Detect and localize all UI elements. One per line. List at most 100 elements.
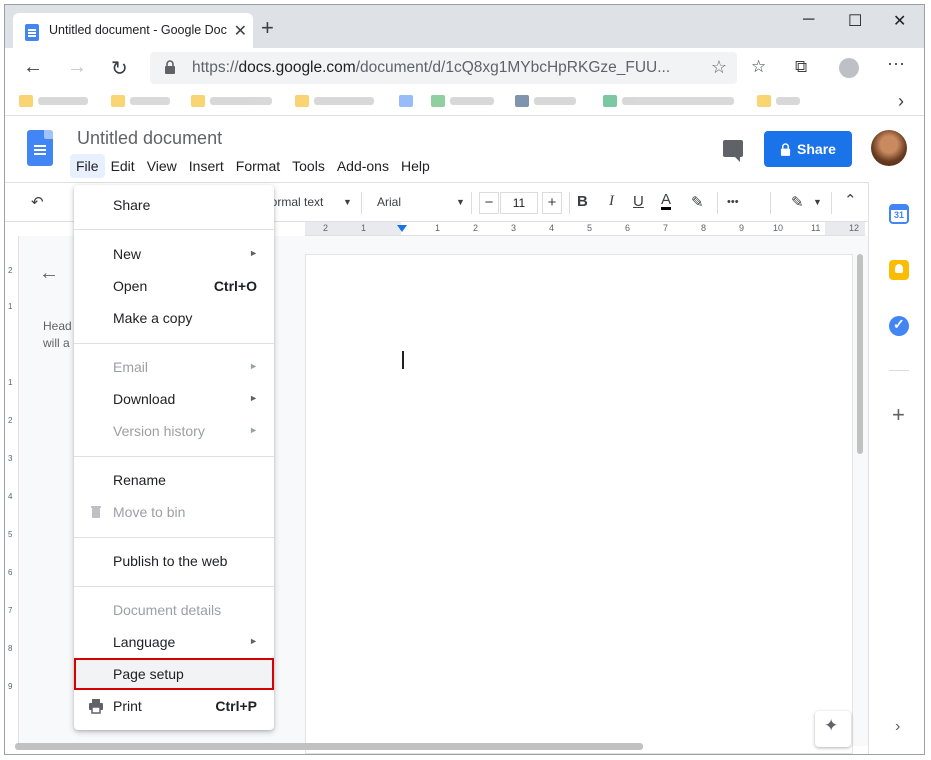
menu-item-share[interactable]: Share — [74, 189, 274, 221]
favorites-icon[interactable]: ☆ — [751, 57, 766, 77]
font-select[interactable]: Arial — [377, 195, 401, 209]
menu-help[interactable]: Help — [395, 154, 436, 178]
indent-marker[interactable] — [397, 225, 407, 232]
italic-button[interactable]: I — [609, 193, 614, 210]
show-side-panel-icon[interactable]: › — [895, 718, 900, 736]
trash-icon — [91, 506, 101, 518]
horizontal-ruler[interactable]: 2 1 1 2 3 4 5 6 7 8 9 10 11 12 — [305, 222, 865, 236]
tab-close-icon[interactable]: ✕ — [234, 21, 247, 41]
menu-item-open[interactable]: Open Ctrl+O — [74, 270, 274, 302]
docs-header: Untitled document File Edit View Insert … — [5, 116, 924, 182]
profile-avatar-icon[interactable] — [839, 58, 859, 78]
menu-item-language[interactable]: Language ► — [74, 626, 274, 658]
vertical-ruler[interactable]: 2 1 1 2 3 4 5 6 7 8 9 — [5, 236, 19, 746]
menu-item-rename[interactable]: Rename — [74, 464, 274, 496]
explore-button[interactable] — [815, 711, 851, 747]
tasks-icon[interactable] — [889, 316, 909, 336]
menu-item-document-details: Document details — [113, 602, 222, 618]
toolbar-divider — [831, 192, 832, 214]
favorite-star-icon[interactable]: ☆ — [711, 57, 727, 78]
bookmark-item[interactable] — [191, 94, 272, 108]
menu-edit[interactable]: Edit — [105, 154, 141, 178]
browser-window: Untitled document - Google Doc ✕ + ─ ☐ ✕… — [4, 4, 925, 755]
address-bar[interactable]: https://docs.google.com/document/d/1cQ8x… — [150, 52, 737, 84]
calendar-icon[interactable]: 31 — [889, 204, 909, 224]
bookmark-item[interactable] — [515, 94, 576, 108]
menu-item-email: Email ► — [113, 359, 258, 375]
menu-view[interactable]: View — [141, 154, 183, 178]
browser-tab[interactable]: Untitled document - Google Doc ✕ — [13, 13, 253, 48]
decrease-font-size-button[interactable]: − — [479, 192, 499, 214]
outline-hint-text: Headtwill a — [43, 319, 254, 350]
bookmark-item[interactable] — [603, 94, 734, 108]
comment-history-icon[interactable] — [723, 140, 743, 162]
navigation-bar: ← → ↻ https://docs.google.com/document/d… — [5, 48, 924, 88]
document-title[interactable]: Untitled document — [77, 128, 222, 149]
menu-format[interactable]: Format — [230, 154, 286, 178]
bookmark-item[interactable] — [757, 94, 800, 108]
shortcut-text: Ctrl+P — [215, 698, 257, 714]
menu-item-publish-to-the-web[interactable]: Publish to the web — [74, 545, 274, 577]
window-close-button[interactable]: ✕ — [893, 11, 906, 31]
refresh-icon[interactable]: ↻ — [111, 56, 128, 81]
menu-bar: File Edit View Insert Format Tools Add-o… — [70, 154, 436, 178]
lock-icon — [165, 60, 175, 74]
menu-insert[interactable]: Insert — [183, 154, 230, 178]
toolbar-divider — [770, 192, 771, 214]
menu-item-page-setup[interactable]: Page setup — [74, 658, 274, 690]
chevron-down-icon[interactable]: ▼ — [813, 197, 822, 207]
bookmark-item[interactable] — [399, 94, 413, 108]
forward-arrow-icon[interactable]: → — [67, 56, 87, 79]
menu-file[interactable]: File — [70, 154, 105, 178]
back-arrow-icon[interactable]: ← — [23, 56, 43, 79]
menu-item-new[interactable]: New ► — [74, 238, 274, 270]
menu-divider — [74, 343, 274, 344]
new-tab-button[interactable]: + — [261, 15, 274, 41]
google-docs-favicon-icon — [25, 24, 39, 41]
menu-divider — [74, 586, 274, 587]
horizontal-scrollbar[interactable] — [15, 743, 643, 750]
menu-add-ons[interactable]: Add-ons — [331, 154, 395, 178]
keep-icon[interactable] — [889, 260, 909, 280]
bookmark-item[interactable] — [19, 94, 88, 108]
collapse-menus-icon[interactable]: ⌃ — [844, 191, 857, 209]
bold-button[interactable]: B — [577, 193, 588, 210]
menu-divider — [74, 537, 274, 538]
outline-back-arrow-icon[interactable]: ← — [39, 262, 59, 285]
increase-font-size-button[interactable]: + — [542, 192, 562, 214]
account-avatar[interactable] — [871, 130, 907, 166]
text-color-button[interactable]: A — [661, 192, 672, 210]
editing-mode-pencil-icon[interactable]: ✎ — [791, 193, 804, 211]
font-size-input[interactable]: 11 — [500, 192, 538, 214]
menu-item-make-a-copy[interactable]: Make a copy — [74, 302, 274, 334]
bookmarks-more-icon[interactable]: › — [898, 91, 904, 112]
menu-item-print[interactable]: Print Ctrl+P — [74, 690, 274, 722]
vertical-scrollbar[interactable] — [857, 254, 863, 454]
chevron-down-icon[interactable]: ▼ — [456, 197, 465, 207]
bookmark-item[interactable] — [431, 94, 494, 108]
google-docs-logo-icon[interactable] — [27, 130, 53, 166]
undo-icon[interactable]: ↶ — [31, 193, 44, 211]
share-button[interactable]: Share — [764, 131, 852, 167]
submenu-arrow-icon: ► — [249, 248, 258, 258]
menu-item-download[interactable]: Download ► — [74, 383, 274, 415]
collections-icon[interactable]: ⧉ — [795, 57, 807, 77]
minimize-button[interactable]: ─ — [803, 11, 814, 29]
maximize-button[interactable]: ☐ — [848, 11, 862, 31]
toolbar-divider — [717, 192, 718, 214]
more-options-button[interactable]: ••• — [727, 196, 739, 208]
highlight-pen-icon[interactable]: ✎ — [691, 193, 704, 211]
file-menu-dropdown: Share New ► Open Ctrl+O Make a copy Emai… — [74, 185, 274, 730]
document-page[interactable] — [305, 254, 853, 754]
bookmark-item[interactable] — [295, 94, 374, 108]
underline-button[interactable]: U — [633, 193, 644, 210]
more-menu-icon[interactable]: ··· — [887, 53, 905, 74]
toolbar-divider — [471, 192, 472, 214]
menu-tools[interactable]: Tools — [286, 154, 331, 178]
bookmark-item[interactable] — [111, 94, 170, 108]
get-add-ons-icon[interactable]: + — [892, 402, 905, 428]
chevron-down-icon[interactable]: ▼ — [343, 197, 352, 207]
menu-item-version-history: Version history ► — [113, 423, 258, 439]
bookmarks-bar: › — [5, 88, 924, 116]
text-cursor — [402, 351, 404, 369]
